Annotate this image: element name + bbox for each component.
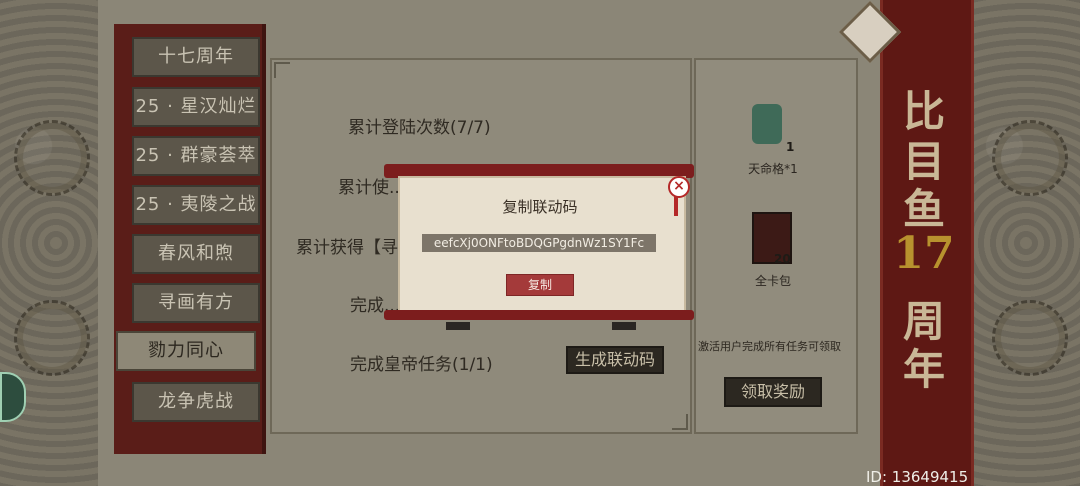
reward-count: 1 <box>786 140 795 154</box>
right-ornate-background <box>972 0 1080 486</box>
dialog-title: 复制联动码 <box>502 198 578 216</box>
generate-code-button[interactable]: 生成联动码 <box>566 346 664 374</box>
jade-seal-icon <box>752 104 782 144</box>
dragon-pattern-icon <box>14 300 90 376</box>
tab-xinghan[interactable]: 25 · 星汉灿烂 <box>132 87 260 127</box>
corner-ornament <box>672 414 688 430</box>
task-emperor: 完成皇帝任务(1/1) <box>350 355 493 375</box>
reward-count: 20 <box>774 252 791 266</box>
user-id: ID: 13649415 <box>866 468 969 486</box>
dragon-pattern-icon <box>992 120 1068 196</box>
task-login-count: 累计登陆次数(7/7) <box>348 118 491 138</box>
dragon-pattern-icon <box>992 300 1068 376</box>
banner-number: 17 <box>893 228 955 279</box>
tab-chunfeng[interactable]: 春风和煦 <box>132 234 260 274</box>
close-icon[interactable]: × <box>668 176 690 198</box>
copy-button[interactable]: 复制 <box>506 274 574 296</box>
dragon-pattern-icon <box>14 120 90 196</box>
modal-foot <box>446 322 470 330</box>
reward-name: 天命格*1 <box>748 162 798 176</box>
banner-char: 年 <box>902 345 945 394</box>
tab-luli-tongxin[interactable]: 勠力同心 <box>116 331 256 371</box>
link-code-field[interactable]: eefcXj0ONFtoBDQGPgdnWz1SY1Fc <box>422 234 656 252</box>
tab-seventeenth-anniversary[interactable]: 十七周年 <box>132 37 260 77</box>
task-cumulative-obtain: 累计获得【寻... <box>296 238 415 258</box>
corner-ornament <box>274 62 290 78</box>
reward-note: 激活用户完成所有任务可领取 <box>698 340 841 353</box>
tab-yiling[interactable]: 25 · 夷陵之战 <box>132 185 260 225</box>
tassel-decoration <box>674 196 678 216</box>
claim-reward-button[interactable]: 领取奖励 <box>724 377 822 407</box>
modal-foot <box>612 322 636 330</box>
reward-name: 全卡包 <box>754 274 791 288</box>
tab-xunhua[interactable]: 寻画有方 <box>132 283 260 323</box>
tab-longzheng[interactable]: 龙争虎战 <box>132 382 260 422</box>
tab-qunhao[interactable]: 25 · 群豪荟萃 <box>132 136 260 176</box>
modal-bottom-rod <box>384 310 694 320</box>
